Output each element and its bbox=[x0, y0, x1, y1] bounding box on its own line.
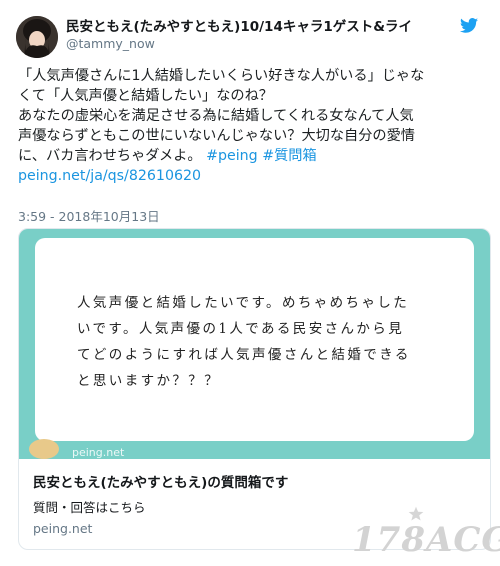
question-box: 人気声優と結婚したいです。めちゃめちゃした いです。人気声優の1人である民安さん… bbox=[35, 238, 474, 441]
tweet-embed: 民安ともえ(たみやすともえ)10/14キャラ1ゲスト&ライ @tammy_now… bbox=[0, 0, 500, 566]
tweet-text-line: 声優ならずともこの世にいないんじゃない？大切な自分の愛情 bbox=[18, 128, 415, 144]
tweet-text-line: 「人気声優さんに1人結婚したいくらい好きな人がいる」じゃな bbox=[18, 68, 425, 84]
question-link[interactable]: peing.net/ja/qs/82610620 bbox=[18, 166, 490, 186]
tweet-text-fragment: に、バカ言わせちゃダメよ。 bbox=[18, 148, 202, 164]
twitter-bird-icon[interactable] bbox=[460, 18, 478, 33]
watermark-text: 178ACG bbox=[352, 520, 500, 560]
question-line: 人気声優と結婚したいです。めちゃめちゃした bbox=[77, 295, 410, 311]
question-line: と思いますか？？？ bbox=[77, 373, 221, 389]
link-card[interactable]: 人気声優と結婚したいです。めちゃめちゃした いです。人気声優の1人である民安さん… bbox=[18, 228, 491, 550]
peing-logo-text: peing.net bbox=[72, 446, 125, 459]
question-text: 人気声優と結婚したいです。めちゃめちゃした いです。人気声優の1人である民安さん… bbox=[77, 290, 437, 394]
hashtag-peing[interactable]: #peing bbox=[206, 148, 258, 164]
user-handle[interactable]: @tammy_now bbox=[66, 36, 155, 51]
card-domain: peing.net bbox=[33, 521, 93, 536]
display-name[interactable]: 民安ともえ(たみやすともえ)10/14キャラ1ゲスト&ライ bbox=[66, 15, 458, 35]
peing-logo-icon bbox=[29, 439, 59, 459]
hashtag-question-box[interactable]: #質問箱 bbox=[262, 148, 316, 164]
tweet-text: 「人気声優さんに1人結婚したいくらい好きな人がいる」じゃな くて「人気声優と結婚… bbox=[18, 66, 490, 186]
tweet-text-line: くて「人気声優と結婚したい」なのね？ bbox=[18, 88, 273, 104]
card-image[interactable]: 人気声優と結婚したいです。めちゃめちゃした いです。人気声優の1人である民安さん… bbox=[19, 229, 490, 459]
tweet-timestamp[interactable]: 3:59 - 2018年10月13日 bbox=[18, 206, 160, 225]
watermark: 178ACG bbox=[352, 506, 500, 562]
question-line: てどのようにすれば人気声優さんと結婚できる bbox=[77, 347, 411, 363]
tweet-text-line-last: に、バカ言わせちゃダメよ。 #peing #質問箱 bbox=[18, 146, 490, 166]
question-line: いです。人気声優の1人である民安さんから見 bbox=[77, 321, 405, 337]
tweet-text-line: あなたの虚栄心を満足させる為に結婚してくれる女なんて人気 bbox=[18, 108, 414, 124]
avatar[interactable] bbox=[16, 16, 58, 58]
card-description: 質問・回答はこちら bbox=[33, 500, 146, 515]
card-title[interactable]: 民安ともえ(たみやすともえ)の質問箱です bbox=[33, 471, 288, 491]
